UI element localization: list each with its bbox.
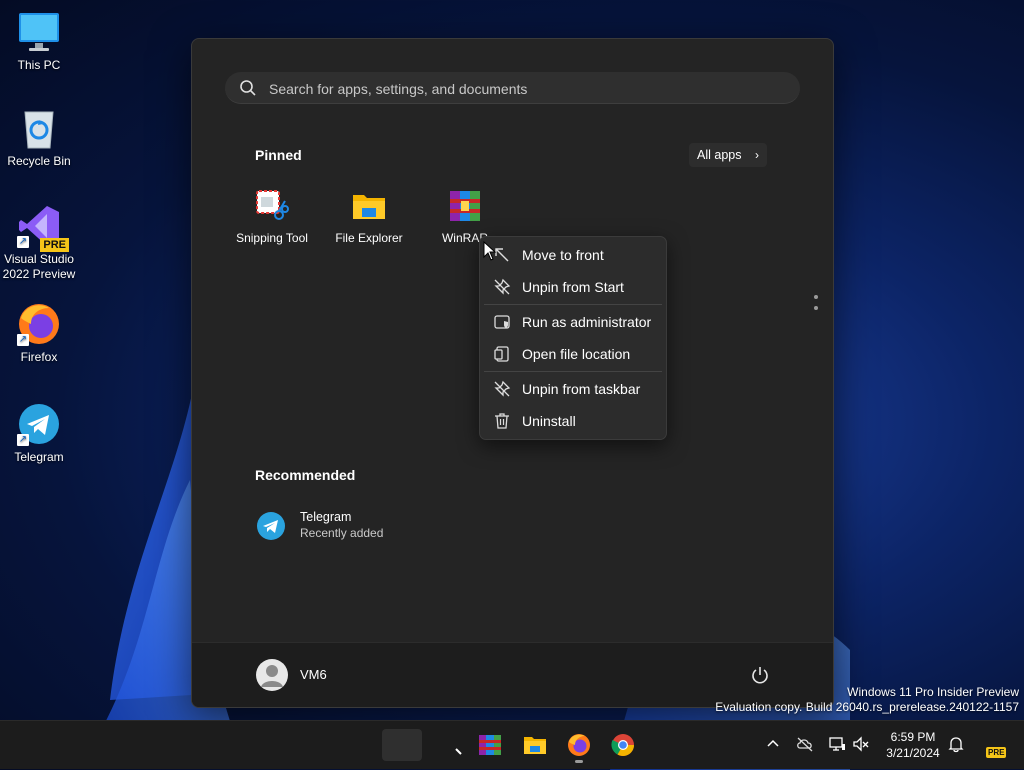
search-icon [240,80,256,96]
menu-item-unpin-from-taskbar[interactable]: Unpin from taskbar [480,374,666,404]
pinned-app-snipping-tool[interactable]: Snipping Tool [226,189,318,245]
firefox-icon [568,734,590,756]
all-apps-label: All apps [697,148,742,162]
recommended-item-name: Telegram [300,510,352,524]
menu-item-open-file-location[interactable]: Open file location [480,339,666,369]
taskbar-search-button[interactable] [432,729,472,761]
taskbar-start-button[interactable] [382,729,422,761]
recommended-title: Recommended [255,467,356,483]
pinned-app-label: Snipping Tool [236,231,308,245]
menu-item-label: Run as administrator [522,314,652,330]
menu-item-label: Unpin from taskbar [522,381,641,397]
telegram-icon [257,512,285,540]
desktop-icon-label: Visual Studio 2022 Preview [2,252,76,281]
folder-icon [352,189,386,223]
menu-item-uninstall[interactable]: Uninstall [480,406,666,436]
running-indicator [575,760,583,763]
start-search-box[interactable] [225,72,800,105]
folder-location-icon [494,346,509,362]
telegram-icon: ↗ [17,402,61,446]
menu-item-label: Open file location [522,346,631,362]
pre-badge[interactable]: PRE [986,747,1007,758]
menu-separator [484,371,662,372]
winrar-icon [479,735,501,755]
context-menu: Move to front Unpin from Start Run as ad… [479,236,667,440]
cloud-off-icon[interactable] [796,735,814,753]
watermark-line-2: Evaluation copy. Build 26040.rs_prerelea… [715,699,1019,714]
desktop-icon-label: This PC [17,58,61,72]
visual-studio-icon: PRE ↗ [17,204,69,252]
taskbar-firefox[interactable] [559,729,599,763]
firefox-icon: ↗ [17,302,61,346]
user-icon [261,665,283,687]
trash-icon [495,413,509,429]
desktop-icon-this-pc[interactable]: This PC [0,10,78,73]
menu-item-label: Unpin from Start [522,279,624,295]
mouse-cursor-icon [483,241,497,261]
recommended-item-telegram[interactable]: Telegram Recently added [256,509,456,545]
menu-separator [484,304,662,305]
avatar[interactable] [256,659,288,691]
taskbar-winrar[interactable] [470,729,510,761]
shortcut-arrow-icon: ↗ [17,236,29,248]
clock-time: 6:59 PM [890,730,936,744]
shield-icon [494,315,510,329]
search-input[interactable] [267,72,791,105]
shortcut-arrow-icon: ↗ [17,434,29,446]
snipping-tool-icon [255,189,289,223]
chevron-up-icon[interactable] [764,735,782,753]
desktop-icon-visual-studio[interactable]: PRE ↗ Visual Studio 2022 Preview [0,204,78,282]
all-apps-button[interactable]: All apps › [689,143,767,167]
recycle-bin-icon [17,106,61,150]
taskbar: 6:59 PM 3/21/2024 PRE [0,720,1024,769]
winrar-icon [448,189,482,223]
desktop-icon-label: Firefox [20,350,58,364]
user-name[interactable]: VM6 [300,667,327,682]
desktop-icon-recycle-bin[interactable]: Recycle Bin [0,106,78,169]
watermark-line-1: Windows 11 Pro Insider Preview [847,685,1019,699]
folder-icon [524,737,546,754]
clock-date: 3/21/2024 [886,746,940,760]
desktop-icon-label: Telegram [14,450,64,464]
unpin-icon [494,380,511,397]
menu-item-move-to-front[interactable]: Move to front [480,240,666,270]
power-icon[interactable] [750,665,770,685]
pinned-app-file-explorer[interactable]: File Explorer [323,189,415,245]
pre-badge: PRE [40,238,69,252]
pinned-app-label: File Explorer [335,231,403,245]
volume-muted-icon[interactable] [852,735,870,753]
pinned-title: Pinned [255,147,302,163]
taskbar-chrome[interactable] [603,729,643,761]
chrome-icon [611,734,634,756]
chevron-right-icon: › [755,148,759,162]
unpin-icon [494,278,511,295]
desktop-icon-label: Recycle Bin [7,154,71,168]
evaluation-watermark: Windows 11 Pro Insider Preview Evaluatio… [715,685,1019,714]
recommended-item-subtitle: Recently added [300,526,384,540]
menu-item-unpin-from-start[interactable]: Unpin from Start [480,272,666,302]
shortcut-arrow-icon: ↗ [17,334,29,346]
menu-item-label: Uninstall [522,413,576,429]
network-icon[interactable] [828,735,846,753]
menu-item-label: Move to front [522,247,604,263]
taskbar-clock[interactable]: 6:59 PM 3/21/2024 [880,729,946,761]
notification-bell-icon[interactable] [947,735,965,753]
monitor-icon [17,10,61,54]
menu-item-run-as-administrator[interactable]: Run as administrator [480,307,666,337]
search-icon [455,748,462,755]
taskbar-file-explorer[interactable] [515,729,555,761]
desktop-icon-firefox[interactable]: ↗ Firefox [0,302,78,365]
desktop-icon-telegram[interactable]: ↗ Telegram [0,402,78,465]
page-indicator[interactable] [814,295,819,317]
